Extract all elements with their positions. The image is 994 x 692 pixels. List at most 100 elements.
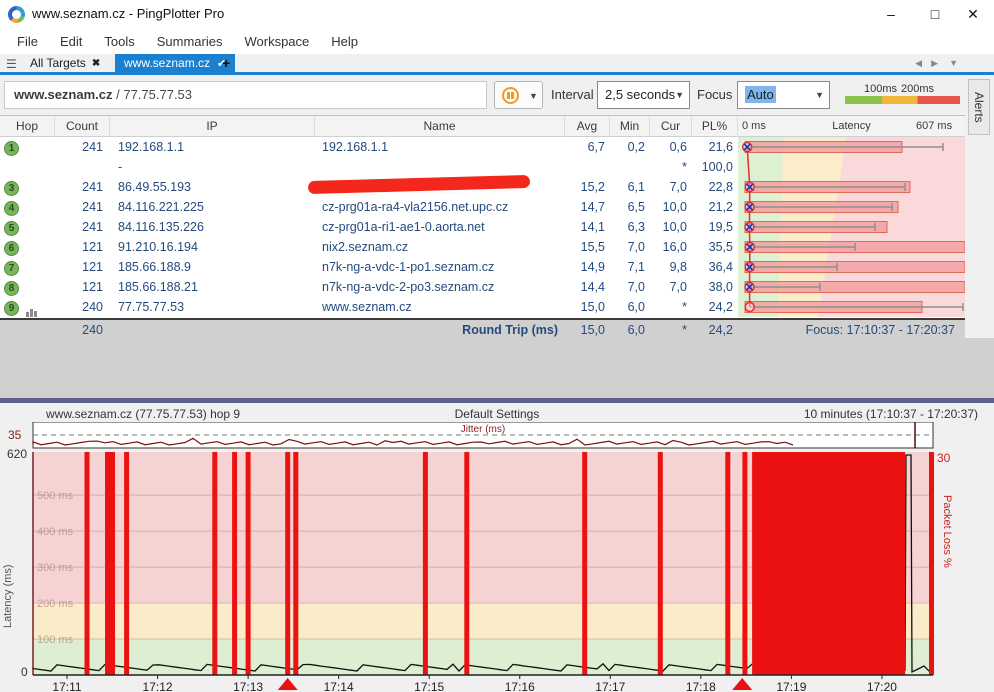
packet-loss-bar [246, 452, 251, 675]
graph-target-label: www.seznam.cz (77.75.77.53) hop 9 [46, 407, 240, 421]
band-label: 400 ms [37, 526, 74, 538]
alerts-side-tab[interactable]: Alerts [968, 79, 990, 135]
packet-loss-bar [293, 452, 298, 675]
pause-icon [502, 87, 519, 104]
time-tick-label: 17:20 [867, 680, 897, 692]
packet-loss-bar [105, 452, 115, 675]
table-row[interactable]: 7121185.66.188.9n7k-ng-a-vdc-1-po1.sezna… [0, 257, 965, 277]
band-label: 300 ms [37, 562, 74, 574]
target-address-box[interactable]: www.seznam.cz / 77.75.77.53 [4, 81, 487, 109]
avg-cell: 14,9 [565, 257, 605, 277]
name-cell: www.seznam.cz [322, 297, 562, 317]
table-row[interactable]: 1241192.168.1.1192.168.1.16,70,20,621,6 [0, 137, 965, 157]
focus-label: Focus [697, 87, 732, 102]
chevron-down-icon[interactable]: ▼ [675, 82, 684, 108]
interval-value: 2,5 seconds [605, 87, 675, 102]
cur-cell: 16,0 [650, 237, 687, 257]
column-header-name[interactable]: Name [315, 116, 565, 137]
ip-cell: 84.116.135.226 [118, 217, 313, 237]
tab-scroll-left-icon[interactable]: ◀ [915, 58, 922, 69]
pause-dropdown-button[interactable]: ▼ [525, 81, 543, 109]
pl-cell: 22,8 [692, 177, 733, 197]
ip-cell: 192.168.1.1 [118, 137, 313, 157]
column-header-hop[interactable]: Hop [0, 116, 55, 137]
band-label: 100 ms [37, 634, 74, 646]
min-cell: 6,1 [610, 177, 645, 197]
focus-marker-triangle[interactable] [278, 678, 298, 690]
avg-cell: 15,0 [565, 297, 605, 317]
column-header-cur[interactable]: Cur [650, 116, 692, 137]
cur-cell: 9,8 [650, 257, 687, 277]
count-cell: 240 [55, 297, 103, 317]
table-row[interactable]: 8121185.66.188.21n7k-ng-a-vdc-2-po3.sezn… [0, 277, 965, 297]
hop-number-badge: 1 [4, 141, 19, 156]
hop-number-badge: 8 [4, 281, 19, 296]
cur-cell: * [650, 297, 687, 317]
focus-marker-triangle[interactable] [732, 678, 752, 690]
table-row[interactable]: 612191.210.16.194nix2.seznam.cz15,57,016… [0, 237, 965, 257]
name-cell: n7k-ng-a-vdc-2-po3.seznam.cz [322, 277, 562, 297]
round-trip-label: Round Trip (ms) [315, 320, 558, 340]
ip-cell: 86.49.55.193 [118, 177, 313, 197]
time-tick-label: 17:15 [414, 680, 444, 692]
hop-cell: 7 [0, 257, 55, 277]
column-header-pl[interactable]: PL% [692, 116, 738, 137]
menu-item-edit[interactable]: Edit [49, 30, 93, 53]
avg-cell [565, 157, 605, 177]
hop-number-badge: 7 [4, 261, 19, 276]
column-header-ip[interactable]: IP [110, 116, 315, 137]
bar-chart-icon [26, 297, 38, 317]
round-trip-pl: 24,2 [692, 320, 733, 340]
menu-item-file[interactable]: File [6, 30, 49, 53]
new-tab-button[interactable]: + [222, 55, 230, 71]
target-host: www.seznam.cz [14, 87, 113, 102]
legend-200ms-label: 200ms [901, 83, 934, 95]
tab-list-dropdown-icon[interactable]: ▼ [949, 58, 958, 68]
min-cell: 0,2 [610, 137, 645, 157]
table-row[interactable]: 524184.116.135.226cz-prg01a-ri1-ae1-0.ao… [0, 217, 965, 237]
column-header-avg[interactable]: Avg [565, 116, 610, 137]
packet-loss-bar [212, 452, 217, 675]
band-label: 200 ms [37, 598, 74, 610]
tab-bar: ☰ All Targets ✖ www.seznam.cz ✔ + ◀ ▶ ▼ [0, 54, 994, 72]
hop-cell: 8 [0, 277, 55, 297]
count-cell: 241 [55, 217, 103, 237]
hop-number-badge: 5 [4, 221, 19, 236]
focus-select[interactable]: Auto▼ [737, 81, 830, 109]
menu-item-workspace[interactable]: Workspace [233, 30, 320, 53]
tab-all-targets[interactable]: All Targets ✖ [24, 54, 106, 72]
menu-item-tools[interactable]: Tools [93, 30, 145, 53]
count-cell: 241 [55, 177, 103, 197]
column-header-count[interactable]: Count [55, 116, 110, 137]
close-button[interactable]: ✕ [958, 4, 988, 24]
interval-select[interactable]: 2,5 seconds▼ [597, 81, 690, 109]
timeline-graph-panel: www.seznam.cz (77.75.77.53) hop 9 Defaul… [0, 403, 994, 692]
time-tick-label: 17:18 [686, 680, 716, 692]
hop-number-badge: 6 [4, 241, 19, 256]
packet-loss-bar [742, 452, 747, 675]
tab-scroll-right-icon[interactable]: ▶ [931, 58, 938, 69]
timeline-plot[interactable]: Jitter (ms)500 ms400 ms300 ms200 ms100 m… [0, 422, 994, 692]
pl-cell: 24,2 [692, 297, 733, 317]
count-cell: 121 [55, 237, 103, 257]
tab-seznam-active[interactable]: www.seznam.cz ✔ [115, 54, 235, 72]
maximize-button[interactable]: □ [920, 4, 950, 24]
menu-item-summaries[interactable]: Summaries [146, 30, 234, 53]
menu-item-help[interactable]: Help [320, 30, 369, 53]
chevron-down-icon[interactable]: ▼ [815, 82, 824, 108]
minimize-button[interactable]: – [876, 4, 906, 24]
pl-cell: 21,6 [692, 137, 733, 157]
table-row[interactable]: 424184.116.221.225cz-prg01a-ra4-vla2156.… [0, 197, 965, 217]
hamburger-icon[interactable]: ☰ [6, 57, 17, 71]
tab-all-targets-label: All Targets [30, 56, 86, 70]
column-header-min[interactable]: Min [610, 116, 650, 137]
latency-color-legend [845, 96, 960, 104]
ip-cell: 77.75.77.53 [118, 297, 313, 317]
round-trip-count: 240 [55, 320, 103, 340]
table-header-row: HopCountIPNameAvgMinCurPL%0 msLatency607… [0, 116, 965, 137]
pause-button[interactable] [494, 81, 526, 109]
table-row[interactable]: -*100,0 [0, 157, 965, 177]
time-tick-label: 17:11 [52, 680, 81, 692]
table-row[interactable]: 924077.75.77.53www.seznam.cz15,06,0*24,2 [0, 297, 965, 317]
tab-close-icon[interactable]: ✖ [92, 58, 100, 69]
